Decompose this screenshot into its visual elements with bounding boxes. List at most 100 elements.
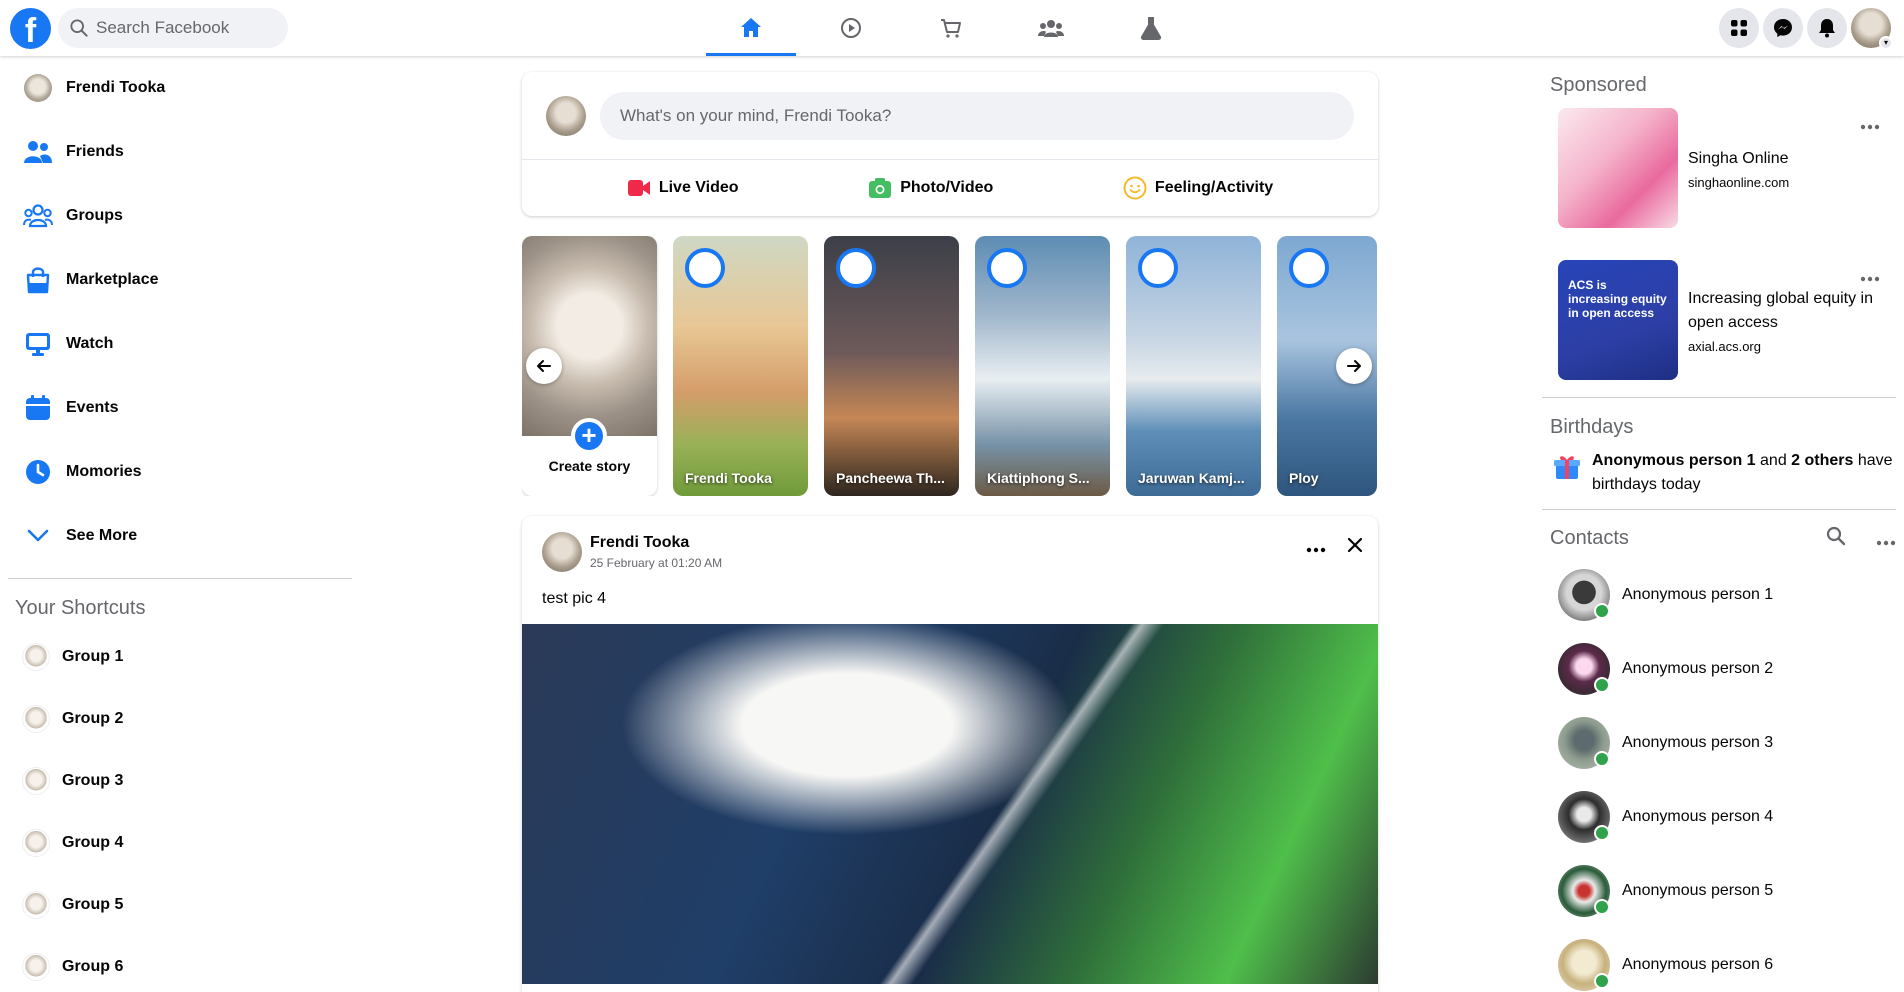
- story-name: Kiattiphong S...: [987, 470, 1090, 486]
- friends-icon: [24, 141, 52, 163]
- contact-name: Anonymous person 2: [1622, 660, 1774, 677]
- story-name: Jaruwan Kamj...: [1138, 470, 1245, 486]
- sidebar-item-see-more[interactable]: See More: [8, 504, 352, 568]
- sidebar-item-watch[interactable]: Watch: [8, 312, 352, 376]
- shortcut-item[interactable]: Group 6: [8, 936, 352, 992]
- post-composer: What's on your mind, Frendi Tooka? Live …: [522, 72, 1378, 216]
- sidebar-item-groups[interactable]: Groups: [8, 184, 352, 248]
- sidebar-item-marketplace[interactable]: Marketplace: [8, 248, 352, 312]
- post-timestamp[interactable]: 25 February at 01:20 AM: [590, 556, 722, 570]
- plus-icon: +: [571, 418, 607, 454]
- ad-options-button[interactable]: [1860, 117, 1880, 135]
- contact-name: Anonymous person 3: [1622, 734, 1774, 751]
- sidebar-item-events[interactable]: Events: [8, 376, 352, 440]
- story-card[interactable]: Pancheewa Th...: [824, 236, 959, 496]
- create-story-label: Create story: [548, 458, 631, 474]
- contact-name: Anonymous person 6: [1622, 956, 1774, 973]
- gaming-icon: [1140, 17, 1162, 40]
- messenger-button[interactable]: [1763, 8, 1803, 48]
- contact-item[interactable]: Anonymous person 5: [1540, 854, 1896, 928]
- group-avatar: [22, 767, 50, 795]
- group-avatar: [22, 891, 50, 919]
- stories-prev-button[interactable]: [526, 348, 562, 384]
- feeling-activity-button[interactable]: Feeling/Activity: [1123, 176, 1273, 200]
- birthday-and: and: [1755, 452, 1792, 469]
- feeling-activity-label: Feeling/Activity: [1154, 179, 1274, 196]
- whats-on-your-mind-input[interactable]: What's on your mind, Frendi Tooka?: [600, 91, 1354, 140]
- shortcut-item[interactable]: Group 2: [8, 688, 352, 750]
- contact-name: Anonymous person 5: [1622, 882, 1774, 899]
- shortcut-item[interactable]: Group 5: [8, 874, 352, 936]
- nav-tab-gaming[interactable]: [1106, 0, 1196, 56]
- menu-grid-icon: [1731, 20, 1747, 36]
- hide-post-button[interactable]: [1347, 537, 1363, 557]
- sidebar-item-memories[interactable]: Momories: [8, 440, 352, 504]
- account-avatar[interactable]: ▾: [1851, 8, 1893, 50]
- post-author-name[interactable]: Frendi Tooka: [590, 534, 722, 552]
- stories-tray: + Create story Frendi Tooka Pancheewa Th…: [522, 236, 1378, 496]
- sidebar-item-profile[interactable]: Frendi Tooka: [8, 56, 352, 120]
- shortcut-item[interactable]: Group 4: [8, 812, 352, 874]
- shortcut-item[interactable]: Group 3: [8, 750, 352, 812]
- sidebar-item-label: Marketplace: [66, 271, 159, 288]
- post-author-avatar[interactable]: [542, 532, 582, 572]
- contacts-search-button[interactable]: [1826, 526, 1846, 551]
- live-video-icon: [627, 180, 650, 196]
- ad-domain: singhaonline.com: [1688, 174, 1790, 190]
- shortcut-item[interactable]: Group 1: [8, 626, 352, 688]
- sidebar-item-label: See More: [66, 527, 138, 544]
- contact-item[interactable]: Anonymous person 6: [1540, 928, 1896, 992]
- post-image[interactable]: [522, 624, 1378, 984]
- sidebar-item-friends[interactable]: Friends: [8, 120, 352, 184]
- nav-tab-watch[interactable]: [806, 0, 896, 56]
- nav-tab-marketplace[interactable]: [906, 0, 996, 56]
- marketplace-icon: [26, 267, 50, 294]
- sponsored-ad[interactable]: Singha Online singhaonline.com: [1540, 103, 1896, 233]
- contact-avatar: [1558, 643, 1610, 695]
- birthday-person: Anonymous person 1: [1592, 452, 1756, 469]
- group-avatar: [22, 829, 50, 857]
- birthday-notice[interactable]: Anonymous person 1 and 2 others have bir…: [1540, 439, 1896, 497]
- nav-tab-home[interactable]: [706, 0, 796, 56]
- contacts-options-button[interactable]: [1876, 526, 1896, 551]
- facebook-logo[interactable]: f: [10, 8, 51, 49]
- post-options-button[interactable]: [1306, 540, 1326, 558]
- live-video-button[interactable]: Live Video: [627, 179, 739, 197]
- sidebar-item-label: Watch: [66, 335, 114, 352]
- contact-avatar: [1558, 569, 1610, 621]
- composer-avatar[interactable]: [546, 95, 586, 136]
- search-input[interactable]: [96, 18, 276, 38]
- story-name: Ploy: [1289, 470, 1319, 486]
- live-video-label: Live Video: [658, 179, 739, 196]
- birthday-others: 2 others: [1791, 452, 1854, 469]
- notifications-button[interactable]: [1807, 8, 1847, 48]
- story-card[interactable]: Kiattiphong S...: [975, 236, 1110, 496]
- photo-video-button[interactable]: Photo/Video: [868, 177, 993, 199]
- more-horizontal-icon: [1860, 276, 1880, 282]
- story-avatar: [987, 248, 1027, 288]
- contact-item[interactable]: Anonymous person 4: [1540, 780, 1896, 854]
- groups-icon: [1038, 20, 1064, 37]
- story-card[interactable]: Jaruwan Kamj...: [1126, 236, 1261, 496]
- search-box[interactable]: [58, 8, 288, 48]
- profile-name: Frendi Tooka: [66, 79, 166, 96]
- group-avatar: [22, 953, 50, 981]
- story-avatar: [1138, 248, 1178, 288]
- chevron-down-icon: [27, 529, 49, 542]
- menu-button[interactable]: [1719, 8, 1759, 48]
- nav-tab-groups[interactable]: [1006, 0, 1096, 56]
- contact-item[interactable]: Anonymous person 1: [1540, 558, 1896, 632]
- stories-next-button[interactable]: [1336, 348, 1372, 384]
- story-name: Pancheewa Th...: [836, 470, 945, 486]
- story-avatar: [836, 248, 876, 288]
- ad-title: Increasing global equity in open access: [1688, 289, 1874, 331]
- contact-item[interactable]: Anonymous person 2: [1540, 632, 1896, 706]
- sponsored-ad[interactable]: ACS is increasing equity in open access …: [1540, 255, 1896, 385]
- shortcut-label: Group 6: [62, 958, 124, 975]
- sponsored-title: Sponsored: [1550, 74, 1647, 96]
- memories-icon: [26, 460, 50, 484]
- contact-item[interactable]: Anonymous person 3: [1540, 706, 1896, 780]
- story-card[interactable]: Frendi Tooka: [673, 236, 808, 496]
- contact-avatar: [1558, 865, 1610, 917]
- ad-options-button[interactable]: [1860, 269, 1880, 287]
